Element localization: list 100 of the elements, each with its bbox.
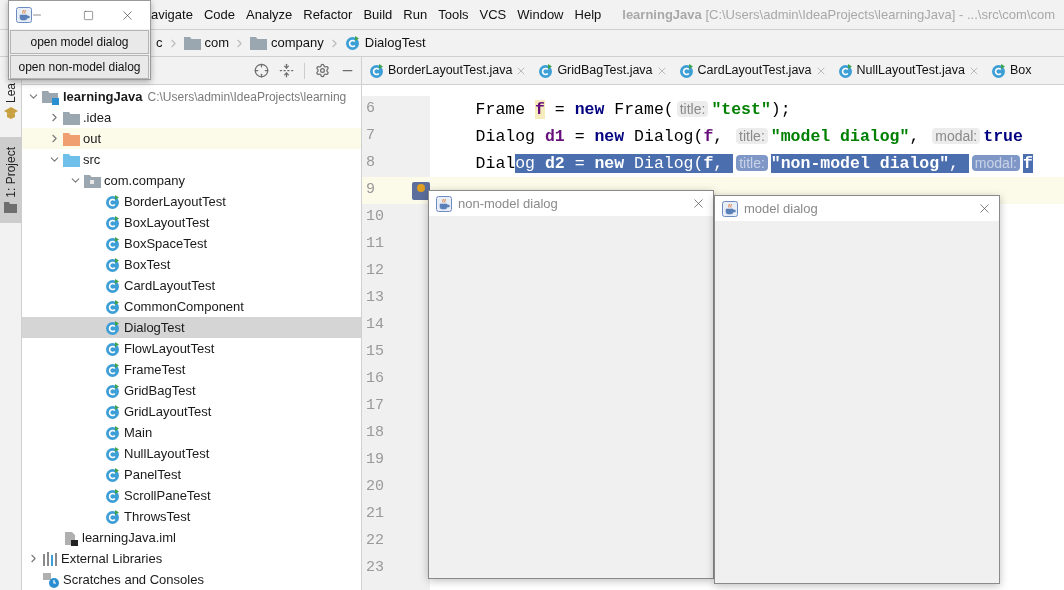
line-number: 10 bbox=[365, 207, 385, 228]
module-folder-icon bbox=[42, 88, 60, 105]
tree-item[interactable]: BoxTest bbox=[22, 254, 361, 275]
class-icon bbox=[105, 403, 121, 420]
folder-icon bbox=[63, 152, 80, 167]
close-icon[interactable] bbox=[691, 196, 706, 211]
menu-item[interactable]: Window bbox=[517, 4, 564, 25]
menu-item[interactable]: Build bbox=[363, 4, 393, 25]
class-icon bbox=[105, 319, 121, 336]
settings-icon[interactable] bbox=[315, 63, 330, 78]
tool-window-tab[interactable]: Lea bbox=[0, 81, 22, 124]
class-icon bbox=[105, 487, 121, 504]
line-number: 15 bbox=[365, 342, 385, 363]
tree-item[interactable]: CommonComponent bbox=[22, 296, 361, 317]
line-number: 7 bbox=[365, 126, 376, 147]
breadcrumb-item[interactable]: company bbox=[271, 33, 324, 53]
line-number: 11 bbox=[365, 234, 385, 255]
tool-window-tab[interactable]: 1: Project bbox=[0, 137, 22, 223]
editor-tab[interactable]: NullLayoutTest.java bbox=[830, 57, 984, 84]
window-title: learningJava [C:\Users\admin\IdeaProjects\learningJava] - ...\src\com\com bbox=[622, 5, 1056, 24]
tree-item[interactable]: ScrollPaneTest bbox=[22, 485, 361, 506]
line-number: 18 bbox=[365, 423, 385, 444]
class-icon bbox=[105, 508, 121, 525]
class-icon bbox=[105, 214, 121, 231]
breadcrumb-item[interactable]: DialogTest bbox=[364, 33, 426, 53]
folder-icon bbox=[63, 110, 80, 125]
tree-item[interactable]: BoxSpaceTest bbox=[22, 233, 361, 254]
tree-item[interactable]: FlowLayoutTest bbox=[22, 338, 361, 359]
line-number: 9 bbox=[365, 180, 376, 201]
class-icon bbox=[678, 62, 695, 79]
libraries-icon bbox=[42, 551, 58, 566]
class-icon bbox=[105, 235, 121, 252]
breadcrumb-item[interactable]: com bbox=[204, 33, 230, 53]
menu-item[interactable]: Run bbox=[403, 4, 428, 25]
tree-item[interactable]: BoxLayoutTest bbox=[22, 212, 361, 233]
line-number: 19 bbox=[365, 450, 385, 471]
tree-item[interactable]: com.company bbox=[22, 170, 361, 191]
tree-item[interactable]: GridLayoutTest bbox=[22, 401, 361, 422]
line-number: 20 bbox=[365, 477, 385, 498]
class-icon bbox=[105, 256, 121, 273]
tree-item[interactable]: DialogTest bbox=[22, 317, 361, 338]
tree-item[interactable]: CardLayoutTest bbox=[22, 275, 361, 296]
tree-item[interactable]: Scratches and Consoles bbox=[22, 569, 361, 590]
maximize-icon[interactable] bbox=[83, 9, 94, 21]
tree-item[interactable]: FrameTest bbox=[22, 359, 361, 380]
line-number: 16 bbox=[365, 369, 385, 390]
tree-item[interactable]: NullLayoutTest bbox=[22, 443, 361, 464]
folder-icon bbox=[250, 36, 268, 50]
collapse-icon[interactable] bbox=[279, 63, 294, 78]
graduation-cap-icon bbox=[3, 107, 18, 120]
class-icon bbox=[105, 445, 121, 462]
menu-item[interactable]: VCS bbox=[479, 4, 507, 25]
class-icon bbox=[105, 382, 121, 399]
tree-item[interactable]: BorderLayoutTest bbox=[22, 191, 361, 212]
class-icon bbox=[105, 340, 121, 357]
dialog-title: non-model dialog bbox=[458, 194, 558, 213]
locate-icon[interactable] bbox=[254, 63, 269, 78]
line-number: 13 bbox=[365, 288, 385, 309]
line-number: 17 bbox=[365, 396, 385, 417]
tree-item[interactable]: learningJava.iml bbox=[22, 527, 361, 548]
line-number: 21 bbox=[365, 504, 385, 525]
menu-item[interactable]: Analyze bbox=[246, 4, 293, 25]
java-cup-icon bbox=[436, 195, 452, 212]
class-icon bbox=[837, 62, 854, 79]
editor-tab[interactable]: Box bbox=[983, 57, 1036, 84]
tree-item[interactable]: GridBagTest bbox=[22, 380, 361, 401]
tree-item[interactable]: src bbox=[22, 149, 361, 170]
line-number: 23 bbox=[365, 558, 385, 579]
dialog-button[interactable]: open model dialog bbox=[10, 30, 149, 54]
code-line: Dialog d2 = new Dialog(f, title: "non-model dialog", modal: f bbox=[474, 153, 1033, 175]
class-icon bbox=[105, 466, 121, 483]
class-icon bbox=[344, 35, 361, 51]
tree-item[interactable]: out bbox=[22, 128, 361, 149]
editor-tab[interactable]: BorderLayoutTest.java bbox=[362, 57, 532, 84]
breadcrumb-item[interactable]: c bbox=[156, 33, 163, 53]
class-icon bbox=[105, 277, 121, 294]
menu-item[interactable]: avigate bbox=[151, 4, 193, 25]
folder-icon bbox=[4, 201, 17, 213]
menu-item[interactable]: Help bbox=[574, 4, 602, 25]
editor-tab[interactable]: GridBagTest.java bbox=[531, 57, 672, 84]
dialog-button[interactable]: open non-model dialog bbox=[10, 55, 149, 79]
dialog-title: model dialog bbox=[744, 199, 818, 218]
tree-item[interactable]: External Libraries bbox=[22, 548, 361, 569]
tree-item[interactable]: ThrowsTest bbox=[22, 506, 361, 527]
close-icon[interactable] bbox=[977, 201, 992, 216]
class-icon bbox=[105, 424, 121, 441]
menu-item[interactable]: Tools bbox=[438, 4, 469, 25]
editor-tab[interactable]: CardLayoutTest.java bbox=[671, 57, 831, 84]
package-icon bbox=[84, 173, 101, 188]
line-number: 12 bbox=[365, 261, 385, 282]
bookmark-icon bbox=[412, 181, 430, 200]
tree-item[interactable]: Main bbox=[22, 422, 361, 443]
tree-item[interactable]: learningJava C:\Users\admin\IdeaProjects\learning bbox=[22, 86, 361, 107]
menu-item[interactable]: Refactor bbox=[303, 4, 353, 25]
tree-item[interactable]: .idea bbox=[22, 107, 361, 128]
menu-item[interactable]: Code bbox=[203, 4, 235, 25]
class-icon bbox=[538, 62, 555, 79]
tree-item[interactable]: PanelTest bbox=[22, 464, 361, 485]
code-line: Dialog d1 = new Dialog(f, title: "model dialog", modal: true bbox=[474, 126, 1023, 148]
java-cup-icon bbox=[722, 200, 738, 217]
